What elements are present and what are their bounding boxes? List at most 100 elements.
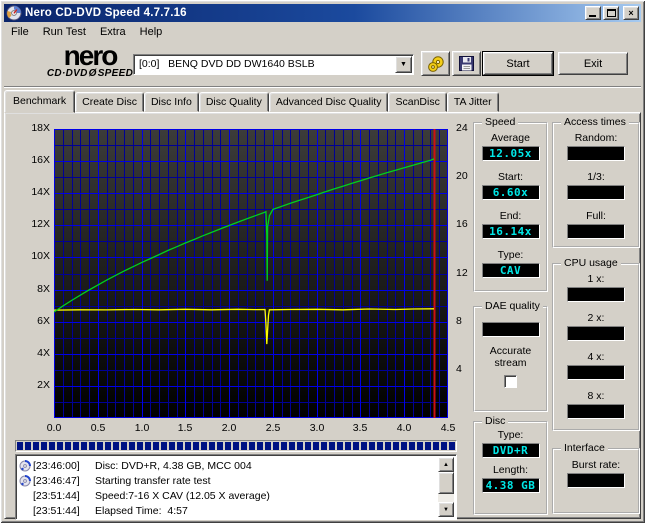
save-button[interactable] bbox=[452, 51, 481, 76]
axis-tick-label: 3.0 bbox=[303, 422, 331, 434]
scrollbar-down-button[interactable]: ▼ bbox=[438, 502, 454, 517]
access-times-title: Access times bbox=[561, 116, 629, 128]
tab-strip: BenchmarkCreate DiscDisc InfoDisc Qualit… bbox=[4, 90, 641, 112]
accurate-stream-checkbox[interactable] bbox=[504, 375, 517, 388]
tab-ta-jitter[interactable]: TA Jitter bbox=[447, 92, 499, 112]
cpu-8x-label: 8 x: bbox=[554, 390, 638, 402]
discs-icon bbox=[426, 55, 446, 73]
tab-scandisc[interactable]: ScanDisc bbox=[388, 92, 446, 112]
maximize-icon bbox=[607, 9, 616, 17]
disc-length-value: 4.38 GB bbox=[482, 478, 540, 493]
start-button[interactable]: Start bbox=[483, 52, 553, 75]
speed-panel: Speed Average12.05x Start:6.60x End:16.1… bbox=[473, 122, 548, 292]
axis-tick-label: 10X bbox=[17, 250, 50, 262]
dae-quality-value bbox=[482, 322, 540, 337]
menu-file[interactable]: File bbox=[4, 25, 36, 39]
axis-tick-label: 0.0 bbox=[40, 422, 68, 434]
tab-benchmark[interactable]: Benchmark bbox=[4, 90, 75, 113]
exit-button[interactable]: Exit bbox=[558, 52, 628, 75]
start-speed-value: 6.60x bbox=[482, 185, 540, 200]
axis-tick-label: 16X bbox=[17, 154, 50, 166]
disc-length-label: Length: bbox=[475, 464, 546, 476]
disc-glyph-icon: Ø bbox=[88, 68, 98, 79]
axis-tick-label: 8X bbox=[17, 283, 50, 295]
start-label: Start: bbox=[475, 171, 546, 183]
axis-tick-label: 4.0 bbox=[390, 422, 418, 434]
axis-tick-label: 0.5 bbox=[84, 422, 112, 434]
axis-tick-label: 12X bbox=[17, 218, 50, 230]
tab-disc-info[interactable]: Disc Info bbox=[144, 92, 199, 112]
title-bar[interactable]: Nero CD-DVD Speed 4.7.7.16 × bbox=[4, 4, 641, 22]
access-times-panel: Access times Random: 1/3: Full: bbox=[552, 122, 640, 248]
axis-tick-label: 2X bbox=[17, 379, 50, 391]
one-third-label: 1/3: bbox=[554, 171, 638, 183]
axis-tick-label: 3.5 bbox=[346, 422, 374, 434]
axis-tick-label: 2.5 bbox=[259, 422, 287, 434]
axis-tick-label: 4X bbox=[17, 347, 50, 359]
discs-button[interactable] bbox=[421, 51, 450, 76]
toolbar: nero CD·DVDØSPEED [0:0] BENQ DVD DD DW16… bbox=[4, 41, 641, 87]
speed-panel-title: Speed bbox=[482, 116, 518, 128]
cpu-2x-label: 2 x: bbox=[554, 312, 638, 324]
nero-logo-subtitle: CD·DVDØSPEED bbox=[34, 68, 146, 79]
tab-create-disc[interactable]: Create Disc bbox=[75, 92, 144, 112]
log-message: Speed:7-16 X CAV (12.05 X average) bbox=[95, 490, 454, 502]
end-speed-value: 16.14x bbox=[482, 224, 540, 239]
tab-advanced-disc-quality[interactable]: Advanced Disc Quality bbox=[269, 92, 389, 112]
nero-logo-wordmark: nero bbox=[34, 43, 146, 68]
drive-selector[interactable]: [0:0] BENQ DVD DD DW1640 BSLB ▼ bbox=[133, 54, 414, 75]
disc-type-label: Type: bbox=[475, 429, 546, 441]
app-icon bbox=[6, 5, 22, 21]
nero-logo: nero CD·DVDØSPEED bbox=[34, 43, 146, 79]
interface-panel: Interface Burst rate: bbox=[552, 448, 640, 514]
random-label: Random: bbox=[554, 132, 638, 144]
average-speed-value: 12.05x bbox=[482, 146, 540, 161]
log-row: [23:51:44] Elapsed Time: 4:57 bbox=[19, 503, 454, 518]
cpu-1x-label: 1 x: bbox=[554, 273, 638, 285]
log-scrollbar[interactable]: ▲ ▼ bbox=[438, 457, 454, 517]
log-box[interactable]: [23:46:00] Disc: DVD+R, 4.38 GB, MCC 004… bbox=[15, 454, 457, 520]
log-time: [23:46:47] bbox=[33, 475, 95, 487]
menu-run-test[interactable]: Run Test bbox=[36, 25, 93, 39]
benchmark-page: 18X16X14X12X10X8X6X4X2X 2420161284 0.00.… bbox=[4, 112, 641, 519]
disc-info-icon bbox=[19, 460, 33, 472]
cpu-8x-value bbox=[567, 404, 625, 419]
log-message: Disc: DVD+R, 4.38 GB, MCC 004 bbox=[95, 460, 454, 472]
disc-info-icon bbox=[19, 475, 33, 487]
menu-help[interactable]: Help bbox=[133, 25, 170, 39]
axis-tick-label: 18X bbox=[17, 122, 50, 134]
cpu-4x-label: 4 x: bbox=[554, 351, 638, 363]
axis-tick-label: 1.5 bbox=[171, 422, 199, 434]
maximize-button[interactable] bbox=[603, 6, 619, 20]
burst-rate-label: Burst rate: bbox=[554, 459, 638, 471]
dropdown-arrow-icon[interactable]: ▼ bbox=[395, 56, 412, 73]
progress-bar-fill bbox=[17, 442, 455, 450]
log-time: [23:51:44] bbox=[33, 490, 95, 502]
close-button[interactable]: × bbox=[623, 6, 639, 20]
cpu-usage-panel: CPU usage 1 x: 2 x: 4 x: 8 x: bbox=[552, 263, 640, 431]
axis-tick-label: 1.0 bbox=[128, 422, 156, 434]
minimize-button[interactable] bbox=[585, 6, 601, 20]
full-access-value bbox=[567, 224, 625, 239]
menu-extra[interactable]: Extra bbox=[93, 25, 133, 39]
log-time: [23:51:44] bbox=[33, 505, 95, 517]
axis-tick-label: 14X bbox=[17, 186, 50, 198]
scrollbar-thumb[interactable] bbox=[438, 472, 454, 494]
axis-tick-label: 2.0 bbox=[215, 422, 243, 434]
drive-selector-value: [0:0] BENQ DVD DD DW1640 BSLB bbox=[139, 58, 315, 70]
log-message: Elapsed Time: 4:57 bbox=[95, 505, 454, 517]
log-row: [23:46:00] Disc: DVD+R, 4.38 GB, MCC 004 bbox=[19, 458, 454, 473]
axis-tick-label: 6X bbox=[17, 315, 50, 327]
cpu-usage-title: CPU usage bbox=[561, 257, 621, 269]
cpu-4x-value bbox=[567, 365, 625, 380]
tab-disc-quality[interactable]: Disc Quality bbox=[199, 92, 269, 112]
disc-panel-title: Disc bbox=[482, 415, 508, 427]
minimize-icon bbox=[589, 15, 596, 17]
interface-title: Interface bbox=[561, 442, 608, 454]
dae-quality-panel: DAE quality Accuratestream bbox=[473, 306, 548, 412]
scrollbar-up-button[interactable]: ▲ bbox=[438, 457, 454, 472]
average-label: Average bbox=[475, 132, 546, 144]
random-access-value bbox=[567, 146, 625, 161]
benchmark-plot bbox=[54, 129, 448, 418]
end-label: End: bbox=[475, 210, 546, 222]
